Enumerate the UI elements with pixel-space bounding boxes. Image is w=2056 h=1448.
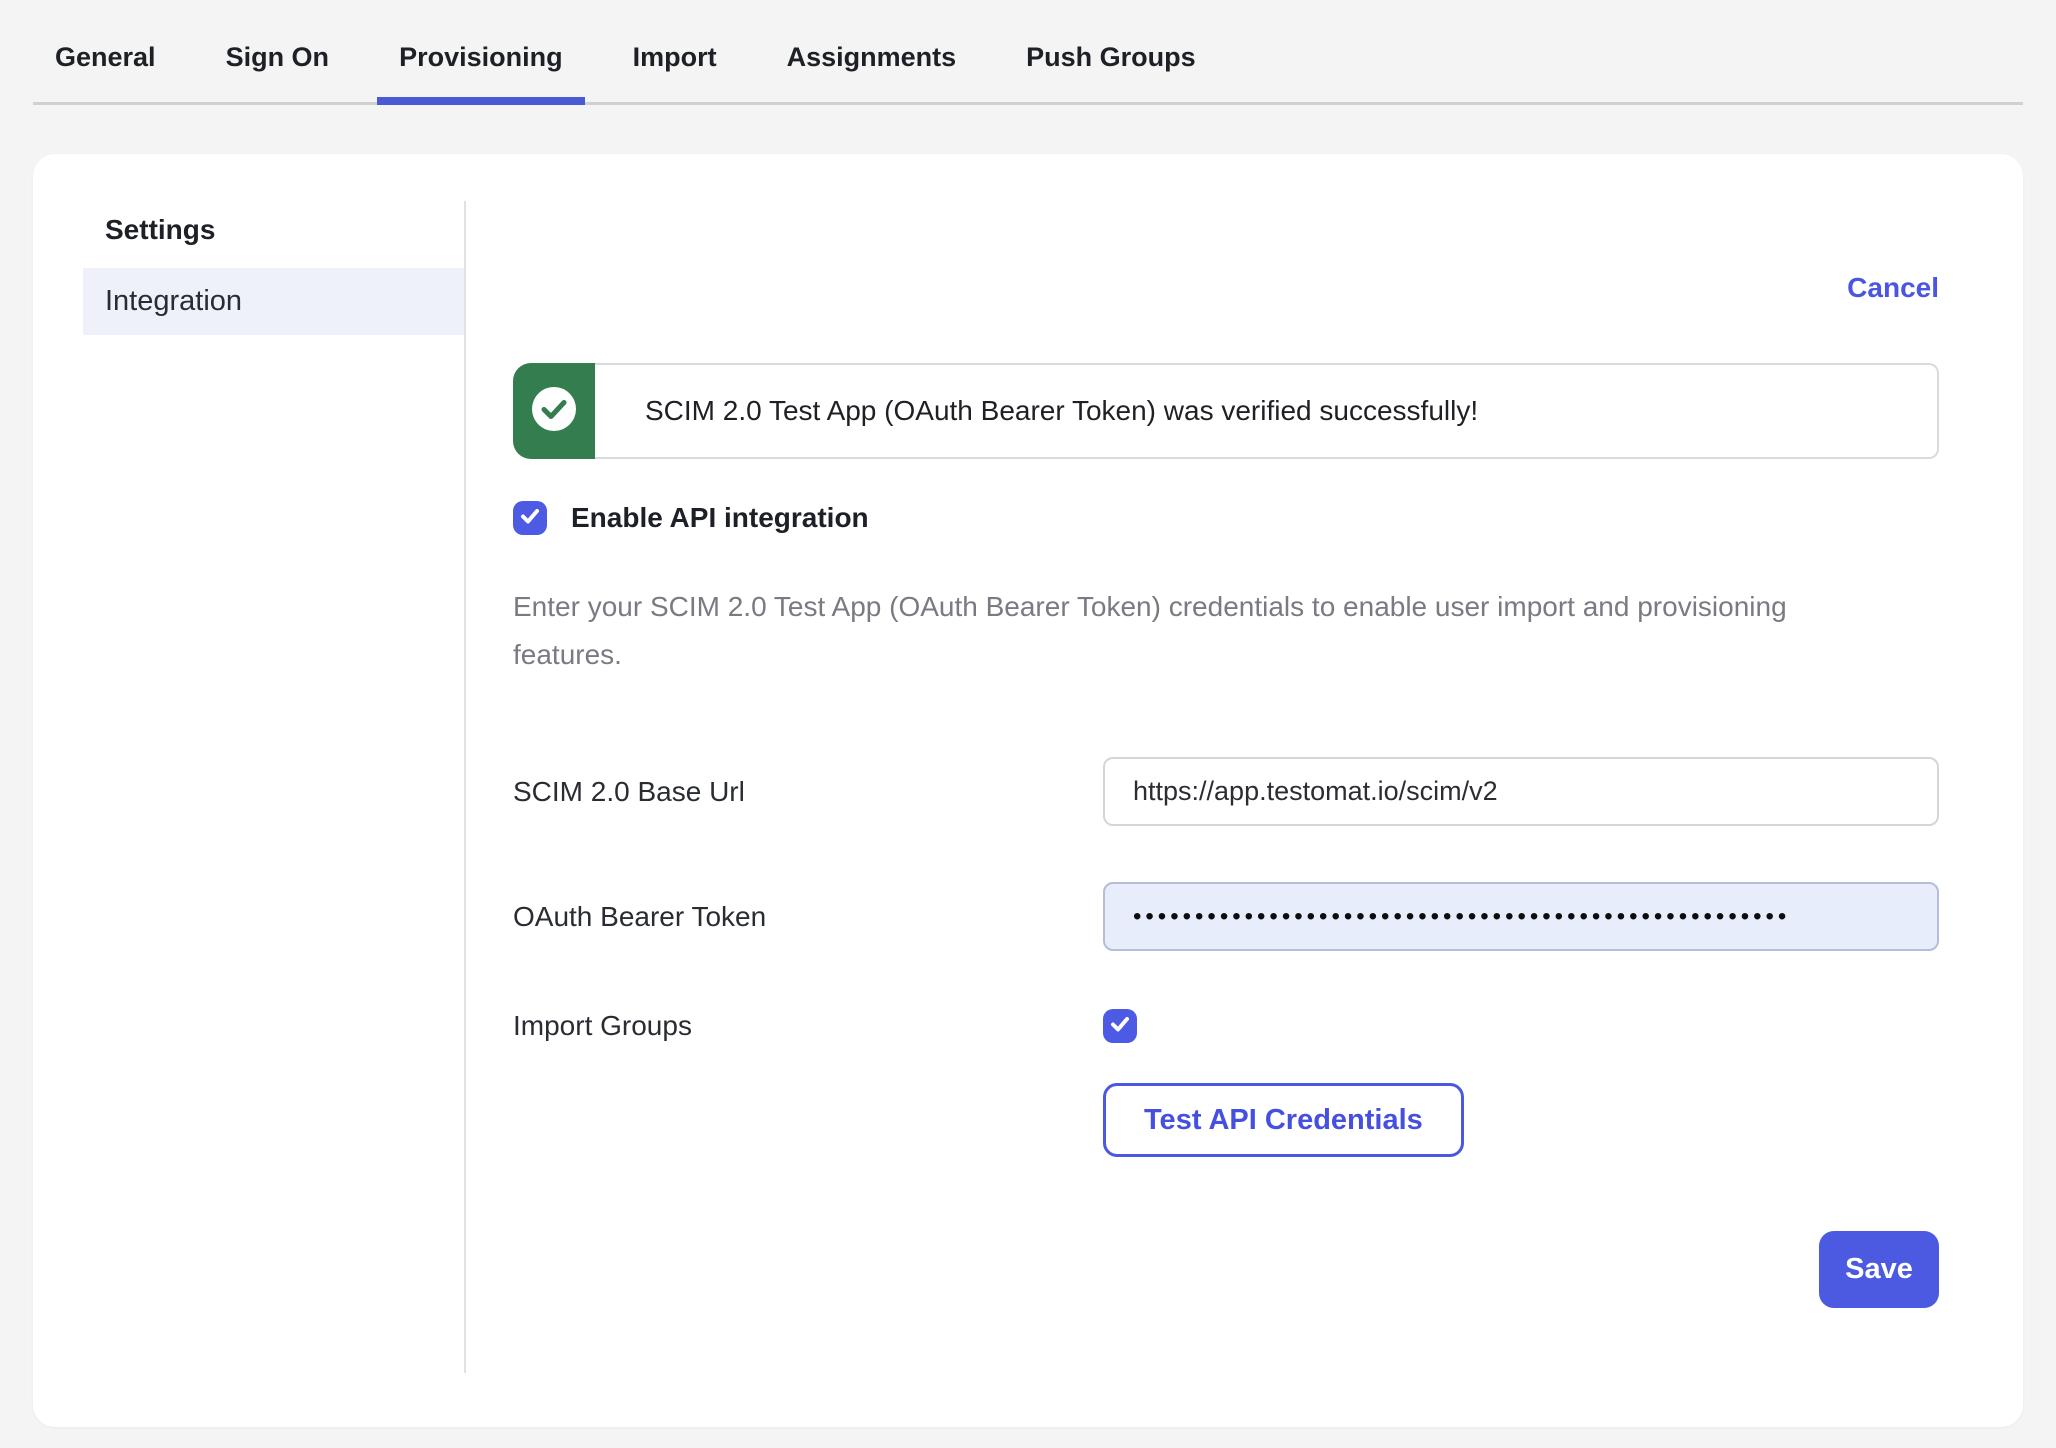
import-groups-label: Import Groups: [513, 1010, 1103, 1042]
token-row: OAuth Bearer Token: [513, 882, 1939, 951]
base-url-label: SCIM 2.0 Base Url: [513, 776, 1103, 808]
import-groups-row: Import Groups: [513, 1009, 1939, 1043]
save-button[interactable]: Save: [1819, 1231, 1939, 1308]
base-url-field-wrap: [1103, 757, 1939, 826]
tab-import[interactable]: Import: [611, 0, 739, 105]
settings-sidebar: Settings Integration: [33, 154, 464, 1427]
success-banner-text: SCIM 2.0 Test App (OAuth Bearer Token) w…: [645, 395, 1478, 427]
checkmark-icon: [519, 505, 541, 532]
import-groups-checkbox[interactable]: [1103, 1009, 1137, 1043]
base-url-input[interactable]: [1103, 757, 1939, 826]
test-api-credentials-button[interactable]: Test API Credentials: [1103, 1083, 1464, 1157]
enable-api-checkbox[interactable]: [513, 501, 547, 535]
cancel-row: Cancel: [513, 272, 1939, 304]
enable-api-row: Enable API integration: [513, 501, 1939, 535]
integration-panel: Cancel SCIM 2.0 Test App (OAuth Bearer T…: [466, 154, 2023, 1427]
success-banner: SCIM 2.0 Test App (OAuth Bearer Token) w…: [513, 363, 1939, 459]
sidebar-item-label: Integration: [105, 285, 242, 318]
enable-api-label: Enable API integration: [571, 502, 869, 534]
credentials-description: Enter your SCIM 2.0 Test App (OAuth Bear…: [513, 583, 1883, 679]
sidebar-item-integration[interactable]: Integration: [83, 268, 466, 335]
success-banner-accent: [513, 363, 595, 459]
tab-push-groups[interactable]: Push Groups: [1004, 0, 1218, 105]
checkmark-icon: [1109, 1013, 1131, 1040]
import-groups-field-wrap: [1103, 1009, 1939, 1043]
save-row: Save: [513, 1231, 1939, 1308]
tab-provisioning[interactable]: Provisioning: [377, 0, 585, 105]
token-field-wrap: [1103, 882, 1939, 951]
app-tab-bar: General Sign On Provisioning Import Assi…: [33, 0, 2023, 105]
provisioning-card: Settings Integration Cancel SCIM 2.0 Tes…: [33, 154, 2023, 1427]
sidebar-heading: Settings: [105, 212, 464, 248]
token-label: OAuth Bearer Token: [513, 901, 1103, 933]
tab-general[interactable]: General: [33, 0, 178, 105]
token-input[interactable]: [1103, 882, 1939, 951]
test-credentials-row: Test API Credentials: [513, 1083, 1939, 1157]
check-circle-icon: [531, 386, 577, 437]
base-url-row: SCIM 2.0 Base Url: [513, 757, 1939, 826]
success-banner-body: SCIM 2.0 Test App (OAuth Bearer Token) w…: [595, 363, 1939, 459]
tab-assignments[interactable]: Assignments: [765, 0, 979, 105]
cancel-link[interactable]: Cancel: [1847, 272, 1939, 303]
tab-sign-on[interactable]: Sign On: [204, 0, 352, 105]
